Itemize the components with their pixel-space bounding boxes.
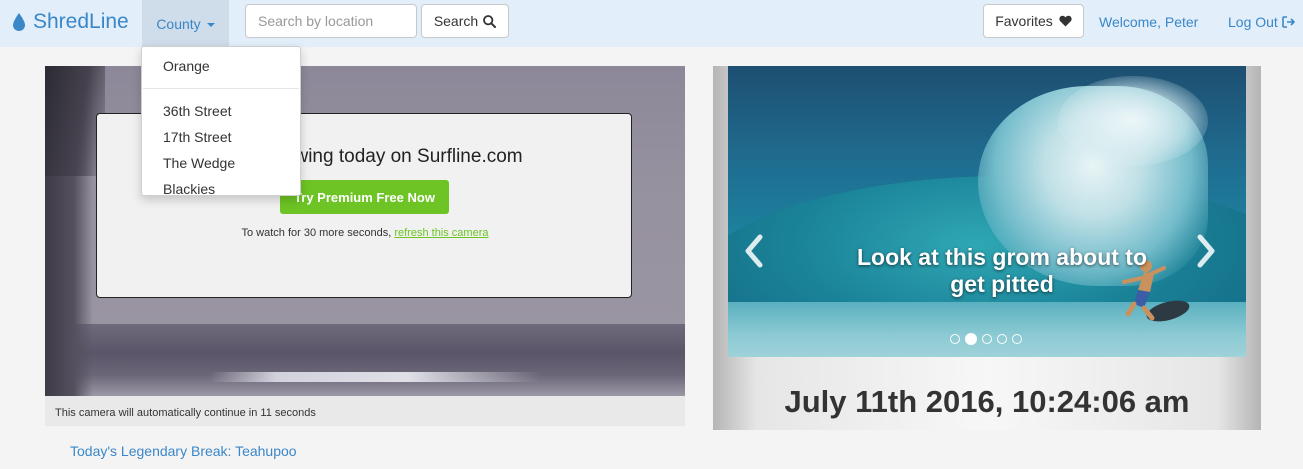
slide-caption: Look at this grom about to get pitted (728, 244, 1246, 298)
camera-wave-foam (210, 372, 540, 382)
search-input[interactable] (245, 4, 417, 38)
camera-countdown: This camera will automatically continue … (45, 396, 685, 426)
dropdown-item-blackies[interactable]: Blackies (163, 181, 215, 195)
camera-sea (45, 324, 685, 396)
chevron-left-icon[interactable] (742, 233, 766, 269)
carousel-slide: Look at this grom about to get pitted (728, 66, 1246, 357)
promo-note-text: To watch for 30 more seconds, (241, 227, 395, 239)
slide-caption-line2: get pitted (950, 271, 1054, 297)
carousel-indicators (950, 333, 1022, 345)
try-premium-button[interactable]: Try Premium Free Now (280, 180, 449, 214)
carousel-indicator-dot[interactable] (950, 334, 960, 344)
favorites-label: Favorites (995, 13, 1053, 29)
water-drop-icon (13, 13, 25, 31)
search-button-label: Search (433, 13, 479, 29)
navbar: ShredLine County Search Favorites Welcom… (0, 0, 1303, 47)
magnifier-icon (483, 14, 497, 28)
county-dropdown-toggle[interactable]: County (142, 0, 229, 47)
county-label: County (156, 15, 201, 32)
dropdown-item-36th-street[interactable]: 36th Street (163, 103, 232, 119)
wave-spray (1058, 76, 1208, 166)
carousel-indicator-dot[interactable] (982, 334, 992, 344)
promo-note: To watch for 30 more seconds, refresh th… (97, 227, 633, 239)
dropdown-item-17th-street[interactable]: 17th Street (163, 129, 232, 145)
brand-name: ShredLine (33, 10, 129, 33)
heart-icon (1059, 15, 1072, 27)
sign-out-icon (1282, 16, 1295, 28)
favorites-button[interactable]: Favorites (983, 4, 1084, 38)
legendary-break-link[interactable]: Today's Legendary Break: Teahupoo (70, 443, 297, 459)
county-dropdown-menu: Orange 36th Street 17th Street The Wedge… (141, 46, 301, 196)
caret-down-icon (206, 22, 215, 27)
current-datetime: July 11th 2016, 10:24:06 am (784, 384, 1190, 419)
brand-link[interactable]: ShredLine (12, 10, 129, 34)
dropdown-item-the-wedge[interactable]: The Wedge (163, 155, 235, 171)
chevron-right-icon[interactable] (1194, 233, 1218, 269)
logout-label: Log Out (1228, 14, 1278, 30)
carousel-indicator-dot[interactable] (1012, 334, 1022, 344)
carousel-indicator-dot[interactable] (965, 333, 977, 345)
dropdown-item-orange[interactable]: Orange (163, 58, 210, 74)
welcome-link[interactable]: Welcome, Peter (1099, 14, 1198, 30)
logout-link[interactable]: Log Out (1228, 14, 1295, 30)
carousel-indicator-dot[interactable] (997, 334, 1007, 344)
dropdown-divider (143, 88, 299, 89)
refresh-camera-link[interactable]: refresh this camera (394, 227, 488, 239)
search-button[interactable]: Search (421, 4, 509, 38)
slide-caption-line1: Look at this grom about to (856, 244, 1148, 270)
